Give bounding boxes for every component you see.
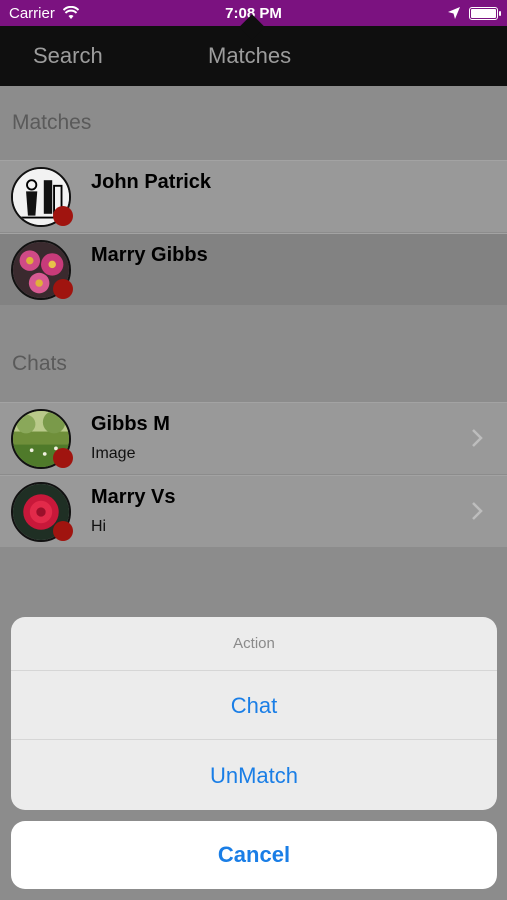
status-badge (53, 448, 73, 468)
matches-section-header: Matches (12, 111, 92, 134)
chat-row-marry-vs[interactable]: Marry Vs Hi (0, 475, 507, 547)
chat-button[interactable]: Chat (11, 671, 497, 740)
match-row-john-patrick[interactable]: John Patrick (0, 160, 507, 232)
chevron-right-icon (472, 502, 483, 520)
status-badge (53, 521, 73, 541)
chat-last-message: Hi (91, 518, 107, 535)
chat-row-gibbs-m[interactable]: Gibbs M Image (0, 402, 507, 474)
status-badge (53, 206, 73, 226)
chat-name: Marry Vs (91, 486, 176, 508)
tab-search[interactable]: Search (33, 43, 103, 69)
match-name: Marry Gibbs (91, 244, 208, 266)
action-sheet-title: Action (11, 617, 497, 671)
chats-section-header: Chats (12, 352, 67, 375)
chat-name: Gibbs M (91, 413, 170, 435)
location-arrow-icon (448, 7, 460, 19)
action-sheet: Action Chat UnMatch (11, 617, 497, 810)
cancel-button[interactable]: Cancel (11, 821, 497, 889)
match-name: John Patrick (91, 171, 212, 193)
chevron-right-icon (472, 429, 483, 447)
tab-matches[interactable]: Matches (208, 43, 291, 69)
unmatch-button[interactable]: UnMatch (11, 741, 497, 810)
top-tab-bar: Search Matches (0, 14, 507, 86)
match-row-marry-gibbs[interactable]: Marry Gibbs (0, 233, 507, 305)
status-badge (53, 279, 73, 299)
chat-last-message: Image (91, 445, 136, 462)
battery-icon (469, 7, 501, 20)
